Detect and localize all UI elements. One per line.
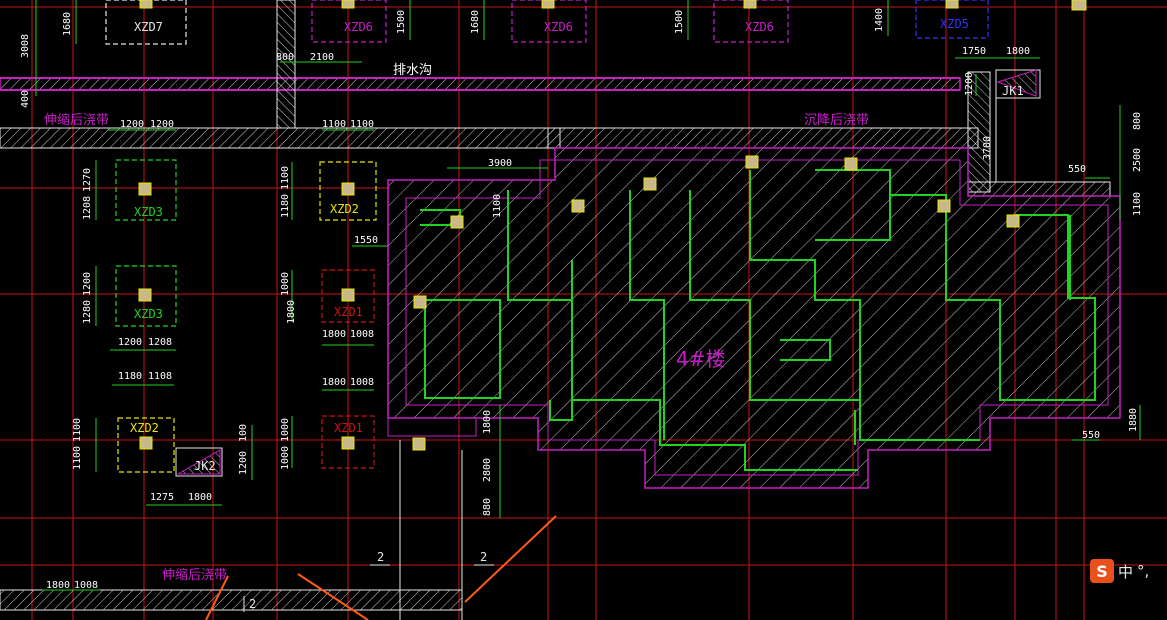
dim-550a: 550 <box>1068 164 1086 175</box>
dim-1500b: 1500 <box>674 10 685 34</box>
ime-mode-toggle[interactable]: 中 <box>1118 561 1133 582</box>
label-xzd6-c: XZD6 <box>745 20 774 34</box>
dim-1100a: 1100 <box>322 119 346 130</box>
dim-1270: 1270 <box>82 168 93 192</box>
sogou-logo-icon[interactable]: S <box>1090 559 1114 583</box>
dim-1100g: 1100 <box>72 446 83 470</box>
dim-1108: 1108 <box>148 371 172 382</box>
label-jk1: JK1 <box>1002 84 1024 98</box>
dim-800a: 800 <box>276 52 294 63</box>
label-drain-ditch: 排水沟 <box>393 63 432 78</box>
label-jk2: JK2 <box>194 459 216 473</box>
label-xzd2-a: XZD2 <box>330 202 359 216</box>
dim-1100d: 1100 <box>280 166 291 190</box>
label-xzd1-a: XZD1 <box>334 305 363 319</box>
dim-1208b: 1208 <box>148 337 172 348</box>
dim-1880: 1880 <box>1128 408 1139 432</box>
label-exp-band-bottom: 伸缩后浇带 <box>162 567 227 583</box>
label-xzd7: XZD7 <box>134 20 163 34</box>
dim-1800b: 1800 <box>286 300 297 324</box>
dim-1200d: 1200 <box>118 337 142 348</box>
label-xzd1-b: XZD1 <box>334 421 363 435</box>
dim-1400: 1400 <box>874 8 885 32</box>
dim-1208: 1208 <box>82 196 93 220</box>
dim-1550: 1550 <box>354 235 378 246</box>
dim-2100: 2100 <box>310 52 334 63</box>
dim-1500a: 1500 <box>396 10 407 34</box>
label-xzd3-a: XZD3 <box>134 205 163 219</box>
dim-1800f: 1800 <box>482 410 493 434</box>
dim-1200c: 1200 <box>82 272 93 296</box>
section-mark-c: 2 <box>249 597 256 611</box>
dim-400: 400 <box>20 90 31 108</box>
dim-1200b: 1200 <box>150 119 174 130</box>
dim-1000b: 1000 <box>280 418 291 442</box>
dim-1275: 1275 <box>150 492 174 503</box>
dim-1200a: 1200 <box>120 119 144 130</box>
dim-1800c: 1800 <box>322 329 346 340</box>
dim-1100c: 1100 <box>1132 192 1143 216</box>
dim-1200e: 1200 <box>238 451 249 475</box>
dim-1750: 1750 <box>962 46 986 57</box>
dim-1800e: 1800 <box>188 492 212 503</box>
dim-1008b: 1008 <box>350 377 374 388</box>
dim-1180b: 1180 <box>118 371 142 382</box>
dim-1000c: 1000 <box>280 446 291 470</box>
dim-1800g: 1800 <box>46 580 70 591</box>
dim-1000a: 1000 <box>280 272 291 296</box>
dim-1180: 1180 <box>280 194 291 218</box>
dim-1100e: 1100 <box>492 194 503 218</box>
dim-550b: 550 <box>1082 430 1100 441</box>
dim-3700: 3700 <box>982 136 993 160</box>
dim-2800: 2800 <box>482 458 493 482</box>
wall-band-bottom <box>0 589 463 611</box>
cad-drawing-canvas[interactable]: 伸缩后浇带 沉降后浇带 伸缩后浇带 4#楼 排水沟 2 2 2 XZD7 XZD… <box>0 0 1167 620</box>
label-xzd3-b: XZD3 <box>134 307 163 321</box>
label-xzd6-b: XZD6 <box>544 20 573 34</box>
label-building: 4#楼 <box>676 347 725 371</box>
dim-100: 100 <box>238 424 249 442</box>
dim-1680: 1680 <box>62 12 73 36</box>
dim-3008: 3008 <box>20 34 31 58</box>
dim-1008a: 1008 <box>350 329 374 340</box>
dim-2500: 2500 <box>1132 148 1143 172</box>
label-exp-band-top: 伸缩后浇带 <box>44 112 109 128</box>
label-xzd5: XZD5 <box>940 17 969 31</box>
ime-toolbar[interactable]: S 中 °, <box>1090 558 1149 584</box>
dim-1280: 1280 <box>82 300 93 324</box>
dim-1100f: 1100 <box>72 418 83 442</box>
label-xzd6-a: XZD6 <box>344 20 373 34</box>
dim-1008c: 1008 <box>74 580 98 591</box>
dim-3900: 3900 <box>488 158 512 169</box>
ime-punctuation-toggle[interactable]: °, <box>1137 562 1149 580</box>
dim-880: 880 <box>482 498 493 516</box>
dim-1100b: 1100 <box>350 119 374 130</box>
dim-800b: 800 <box>1132 112 1143 130</box>
section-mark-b: 2 <box>480 550 487 564</box>
dim-1680b: 1680 <box>470 10 481 34</box>
dim-1800a: 1800 <box>1006 46 1030 57</box>
section-mark-a: 2 <box>377 550 384 564</box>
label-settle-band: 沉降后浇带 <box>804 113 869 128</box>
dim-1800d: 1800 <box>322 377 346 388</box>
dim-1200v: 1200 <box>964 72 975 96</box>
label-xzd2-b: XZD2 <box>130 421 159 435</box>
